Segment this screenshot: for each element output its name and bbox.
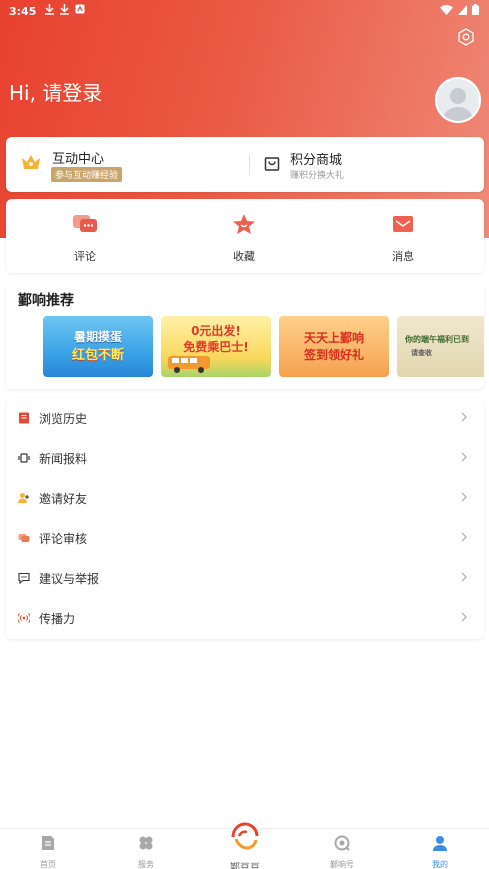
menu-item-invite-friends[interactable]: 邀请好友: [6, 478, 484, 518]
chevron-right-icon: [461, 452, 467, 462]
menu-item-history[interactable]: 浏览历史: [6, 398, 484, 438]
download-icon: [45, 4, 54, 15]
comment-button[interactable]: 评论: [55, 213, 115, 264]
favorite-button[interactable]: 收藏: [214, 213, 274, 264]
chevron-right-icon: [461, 492, 467, 502]
tab-home[interactable]: 首页: [18, 835, 78, 869]
comment-label: 评论: [74, 250, 96, 263]
recommend-title: 鄞响推荐: [18, 293, 74, 309]
shopping-bag-icon: [264, 157, 280, 171]
signal-icon: [458, 4, 467, 15]
recommend-banner[interactable]: 天天上鄞响 签到领好礼: [279, 316, 389, 377]
download-icon: [60, 4, 69, 15]
comment-icon: [73, 215, 97, 232]
divider: [249, 155, 250, 175]
star-icon: [233, 214, 255, 234]
chevron-right-icon: [461, 532, 467, 542]
history-icon: [19, 412, 29, 424]
default-avatar-icon: [437, 79, 479, 121]
comment-review-icon: [18, 534, 30, 542]
yindoudou-logo-icon: [229, 819, 261, 851]
services-icon: [139, 836, 153, 850]
points-mall-subtitle: 赚积分换大礼: [290, 171, 345, 181]
settings-icon: [458, 28, 474, 46]
tab-services[interactable]: 服务: [116, 835, 176, 869]
chevron-right-icon: [461, 572, 467, 582]
tab-yinxiang-hao[interactable]: 鄞响号: [312, 835, 372, 869]
news-tip-icon: [18, 453, 30, 463]
tab-mine[interactable]: 我的: [410, 835, 470, 869]
menu-item-comment-review[interactable]: 评论审核: [6, 518, 484, 558]
quick-entry-card: 互动中心 参与互动赚经验 积分商城 赚积分换大礼: [6, 137, 484, 192]
menu-item-feedback[interactable]: 建议与举报: [6, 558, 484, 598]
settings-button[interactable]: [456, 27, 476, 47]
interaction-center-title: 互动中心: [52, 152, 105, 167]
shortcut-card: 评论 收藏 消息: [6, 199, 484, 273]
mail-icon: [393, 216, 413, 232]
status-bar: 3:45: [0, 0, 489, 22]
user-icon: [433, 836, 447, 851]
broadcast-icon: [18, 613, 30, 623]
crown-icon: [22, 155, 40, 169]
points-mall-title: 积分商城: [290, 153, 343, 168]
login-prompt[interactable]: Hi, 请登录: [9, 77, 102, 106]
message-label: 消息: [392, 250, 414, 263]
recommend-banner[interactable]: 0元出发! 免费乘巴士!: [161, 316, 271, 377]
menu-item-news-tip[interactable]: 新闻报料: [6, 438, 484, 478]
settings-menu: 浏览历史 新闻报料 邀请好友 评论审核 建议与举报 传播力: [6, 398, 484, 639]
chevron-right-icon: [461, 412, 467, 422]
invite-friends-icon: [18, 493, 29, 503]
recommend-banner[interactable]: 你的端午福利已到 请查收: [397, 316, 484, 377]
interaction-center-badge: 参与互动赚经验: [51, 167, 123, 182]
wifi-icon: [440, 4, 453, 15]
status-time: 3:45: [9, 5, 37, 18]
app-notification-icon: [75, 4, 85, 14]
recommend-banner[interactable]: 暑期摸蛋 红包不断: [43, 316, 153, 377]
bus-icon: [168, 356, 210, 373]
menu-item-broadcast[interactable]: 传播力: [6, 598, 484, 638]
tab-yindoudou[interactable]: 鄞豆豆: [222, 817, 268, 869]
yinxiang-hao-icon: [334, 835, 350, 851]
home-icon: [42, 836, 54, 850]
feedback-icon: [18, 572, 30, 584]
battery-icon: [472, 4, 479, 15]
chevron-right-icon: [461, 612, 467, 622]
recommend-card: 鄞响推荐 暑期摸蛋 红包不断 0元出发! 免费乘巴士! 天天上鄞响 签到领好礼 …: [6, 283, 484, 389]
avatar[interactable]: [435, 77, 481, 123]
favorite-label: 收藏: [233, 250, 255, 263]
message-button[interactable]: 消息: [373, 213, 433, 264]
bottom-tab-bar: 首页 服务 鄞豆豆 鄞响号 我的: [0, 819, 489, 869]
